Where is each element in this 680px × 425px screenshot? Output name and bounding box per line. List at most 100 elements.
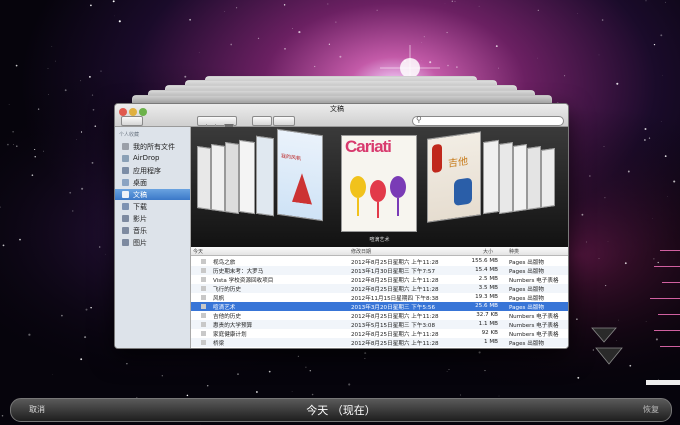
file-list: 今天 修改日期 大小 种类 视鸟之旅 2012年8月25日星期六 上午11:28 1… (191, 247, 568, 348)
view-mode-segmented[interactable] (197, 116, 237, 132)
file-row[interactable]: 历史期末考：大罗马 2013年1月30日星期三 下午7:57 15.4 MB Page… (191, 266, 568, 275)
file-row[interactable]: 飞行的历史 2012年8月25日星期六 上午11:28 3.5 MB Pages 出版… (191, 284, 568, 293)
file-kind: Pages 出版物 (509, 287, 545, 293)
column-header-kind[interactable]: 种类 (509, 248, 519, 255)
sidebar-item[interactable]: 下载 (115, 201, 190, 212)
document-icon (201, 286, 206, 291)
document-icon (201, 277, 206, 282)
sidebar-item[interactable]: 影片 (115, 213, 190, 224)
document-icon (201, 322, 206, 327)
star (607, 241, 609, 242)
star (19, 238, 21, 241)
timeline-ticks[interactable] (636, 240, 680, 390)
zoom-button[interactable] (139, 108, 147, 116)
arrange-button[interactable] (273, 116, 295, 126)
file-row[interactable]: 视鸟之旅 2012年8月25日星期六 上午11:28 155.6 MB Pages 出… (191, 257, 568, 266)
cover-thumbnail-guitar[interactable]: 吉他 (427, 131, 481, 223)
star (298, 31, 301, 34)
star (224, 11, 226, 12)
star (497, 67, 499, 69)
star (305, 366, 307, 368)
file-row[interactable]: 惠贵的大学预算 2013年5月15日星期三 下午3:08 1.1 MB Numbers… (191, 320, 568, 329)
column-header-date[interactable]: 修改日期 (351, 248, 371, 255)
file-row[interactable]: Vista 学校资源回收项目 2012年8月25日星期六 上午11:28 2.5 M… (191, 275, 568, 284)
minimize-button[interactable] (129, 108, 137, 116)
action-gear-button[interactable] (252, 116, 272, 126)
cover-thumbnail[interactable] (239, 139, 255, 215)
cover-thumbnail[interactable] (541, 148, 555, 208)
sidebar-item[interactable]: 音乐 (115, 225, 190, 236)
star (598, 257, 600, 259)
cover-thumbnail-sailing[interactable]: 我的风帆 (277, 128, 323, 222)
file-date: 2013年5月15日星期三 下午3:08 (351, 323, 436, 329)
star (423, 36, 425, 38)
forward-arrow-icon[interactable] (595, 347, 623, 365)
column-header-name[interactable]: 今天 (193, 248, 203, 255)
star (2, 244, 5, 247)
star (660, 34, 663, 37)
restore-button[interactable]: 恢复 (643, 404, 659, 415)
star (47, 68, 49, 69)
file-date: 2013年3月20日星期三 下午5:56 (351, 305, 436, 311)
star (446, 31, 448, 34)
cover-thumbnail[interactable] (197, 146, 211, 210)
cover-thumbnail[interactable] (483, 139, 499, 215)
document-icon (201, 268, 206, 273)
file-row[interactable]: 家庭健康计划 2012年8月25日星期六 上午11:28 92 KB Numbers … (191, 329, 568, 338)
sidebar-item[interactable]: 图片 (115, 237, 190, 248)
file-kind: Pages 出版物 (509, 296, 545, 302)
column-header-size[interactable]: 大小 (483, 248, 493, 255)
star (12, 144, 14, 145)
close-button[interactable] (119, 108, 127, 116)
sidebar-item[interactable]: 我的所有文件 (115, 141, 190, 152)
star (484, 370, 486, 372)
star (92, 108, 95, 111)
star (644, 128, 647, 130)
cover-thumbnail[interactable] (211, 144, 225, 212)
file-row[interactable]: 风帆 2012年11月15日星期四 下午8:38 19.3 MB Pages 出版物 (191, 293, 568, 302)
file-row[interactable]: 吉他的历史 2012年8月25日星期六 上午11:28 32.7 KB Numbers… (191, 311, 568, 320)
file-date: 2012年11月15日星期四 下午8:38 (351, 296, 439, 302)
cover-thumbnail[interactable] (527, 146, 541, 210)
star (653, 43, 656, 46)
cover-main[interactable]: Cariati (341, 135, 417, 232)
sidebar-item[interactable]: 桌面 (115, 177, 190, 188)
file-name: 喧滴艺术 (213, 305, 236, 311)
cover-flow-pane[interactable]: 我的风帆 Cariati 吉他 喧滴艺术 (191, 127, 568, 247)
sidebar-item[interactable]: 应用程序 (115, 165, 190, 176)
file-kind: Pages 出版物 (509, 269, 545, 275)
sidebar-item[interactable]: 文稿 (115, 189, 190, 200)
star (454, 0, 456, 2)
star (37, 108, 40, 110)
star (76, 139, 77, 140)
star (581, 213, 584, 216)
file-row[interactable]: 桥梁 2012年8月25日星期六 上午11:28 1 MB Pages 出版物 (191, 338, 568, 347)
search-field[interactable]: ⚲ (412, 115, 564, 126)
star (291, 390, 293, 392)
star (283, 4, 286, 6)
star (665, 1, 666, 3)
star (268, 370, 271, 373)
star (348, 383, 351, 386)
file-date: 2012年8月25日星期六 上午11:28 (351, 314, 439, 320)
sidebar-favorites-header: 个人收藏 (119, 132, 140, 138)
star (1, 415, 4, 417)
star (429, 61, 432, 64)
back-arrow-icon[interactable] (591, 327, 617, 343)
star (616, 82, 619, 85)
cover-thumbnail[interactable] (513, 144, 527, 212)
star (624, 262, 627, 265)
star (85, 308, 88, 311)
cover-thumbnail[interactable] (225, 142, 239, 214)
star (576, 318, 578, 320)
back-forward-buttons[interactable] (121, 116, 143, 126)
cover-thumbnail[interactable] (499, 142, 513, 214)
star (459, 394, 461, 396)
sidebar-item[interactable]: AirDrop (115, 153, 190, 164)
star (126, 363, 128, 365)
file-size: 1.1 MB (478, 321, 498, 327)
file-name: 家庭健康计划 (213, 332, 247, 338)
cover-thumbnail[interactable] (256, 135, 274, 217)
star (80, 131, 83, 133)
file-row[interactable]: 喧滴艺术 2013年3月20日星期三 下午5:56 25.6 MB Pages 出版物 (191, 302, 568, 311)
